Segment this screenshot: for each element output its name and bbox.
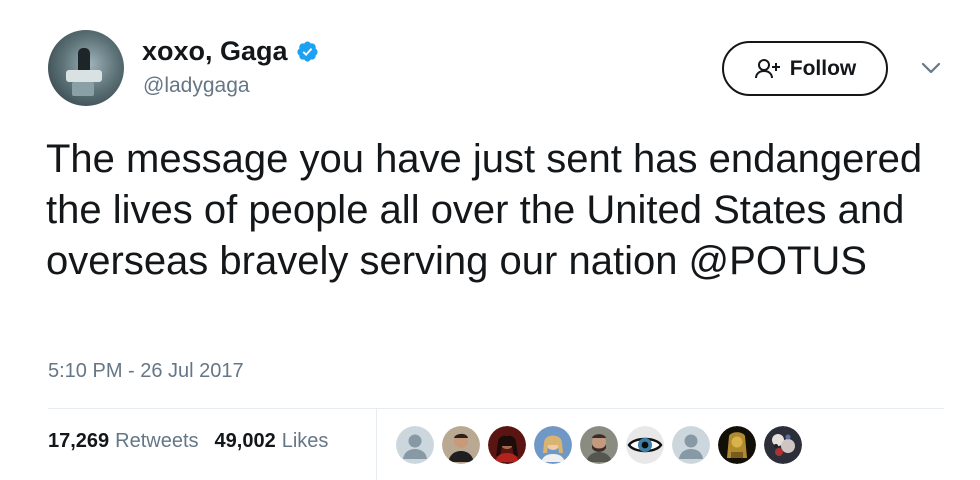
liker-avatar[interactable] [534,426,572,464]
display-name[interactable]: xoxo, Gaga [142,36,288,67]
liker-avatar[interactable] [672,426,710,464]
liker-avatar[interactable] [442,426,480,464]
follow-label: Follow [789,56,857,80]
likes-label: Likes [281,430,329,452]
tweet-timestamp[interactable]: 5:10 PM - 26 Jul 2017 [48,360,244,383]
liker-avatar[interactable] [626,426,664,464]
retweets-label: Retweets [115,430,199,452]
tweet-stats: 17,269 Retweets 49,002 Likes [48,430,344,453]
likers-list [396,426,802,464]
avatar-figure [72,82,94,96]
verified-badge-icon [296,40,319,63]
liker-avatar[interactable] [580,426,618,464]
liker-avatar[interactable] [396,426,434,464]
name-row: xoxo, Gaga [142,36,319,67]
retweets-stat[interactable]: 17,269 Retweets [48,430,199,453]
liker-avatar[interactable] [488,426,526,464]
user-handle[interactable]: @ladygaga [143,74,250,98]
likes-stat[interactable]: 49,002 Likes [215,430,329,453]
tweet-text: The message you have just sent has endan… [46,137,923,283]
likes-count: 49,002 [214,430,276,452]
divider [48,408,944,409]
chevron-down-icon[interactable] [920,60,942,76]
vertical-divider [376,409,377,480]
retweets-count: 17,269 [48,430,110,452]
avatar[interactable] [48,30,124,106]
liker-avatar[interactable] [718,426,756,464]
follow-button[interactable]: Follow [722,41,888,96]
liker-avatar[interactable] [764,426,802,464]
add-person-icon [754,57,784,81]
avatar-figure [66,70,102,82]
